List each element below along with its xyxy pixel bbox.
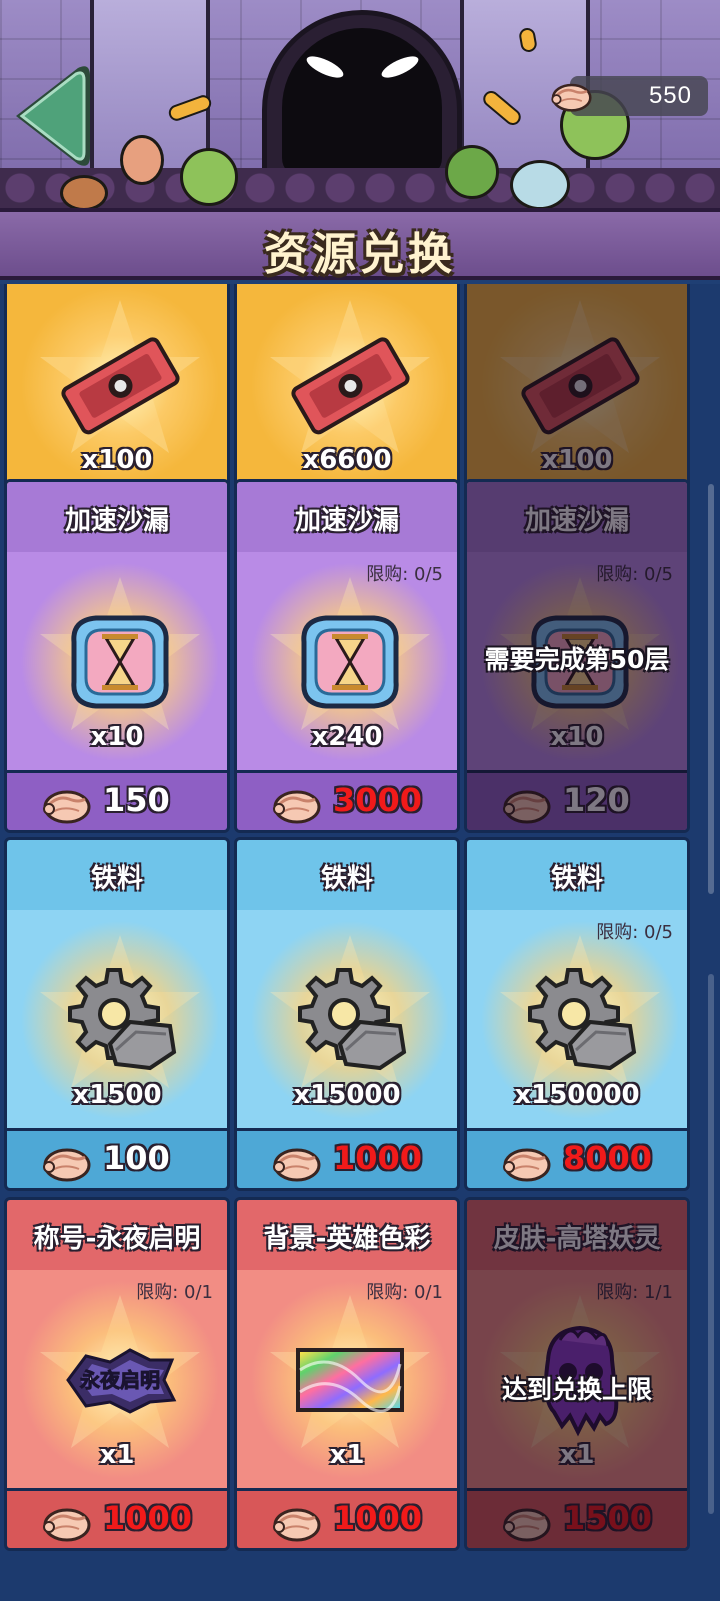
card-body: x15000: [237, 910, 457, 1128]
price-value: 100: [103, 1139, 170, 1177]
exchange-card[interactable]: 加速沙漏限购: 0/5x10120需要完成第50层: [464, 479, 690, 833]
conch-shell-icon: [273, 1508, 321, 1542]
exchange-card[interactable]: 铁料限购: 0/5 x150000 8000: [464, 837, 690, 1191]
ticket-icon: [291, 337, 410, 435]
card-header: 铁料: [7, 840, 227, 910]
item-name: 加速沙漏: [294, 506, 399, 536]
card-header: 称号-永夜启明: [7, 1200, 227, 1270]
item-name: 称号-永夜启明: [33, 1224, 201, 1254]
purchase-limit: 限购: 0/5: [366, 564, 443, 585]
item-quantity: x1: [99, 1440, 135, 1470]
price-button[interactable]: 1000: [237, 1128, 457, 1188]
rainbow-background-icon: [296, 1348, 404, 1413]
zombie-figure: [510, 160, 570, 210]
card-header: 铁料: [237, 840, 457, 910]
item-quantity: x6600: [302, 445, 392, 475]
exchange-card[interactable]: 皮肤-高塔妖灵限购: 1/1x11500达到兑换上限: [464, 1197, 690, 1551]
purchase-limit: 限购: 0/5: [596, 922, 673, 943]
item-quantity: x150000: [514, 1080, 640, 1110]
back-button[interactable]: [8, 60, 96, 172]
item-quantity: x1: [329, 1440, 365, 1470]
price-button[interactable]: 8000: [467, 1128, 687, 1188]
card-header: 背景-英雄色彩: [237, 1200, 457, 1270]
page-title: 资源兑换: [264, 229, 456, 280]
card-body: 限购: 0/5 x150000: [467, 910, 687, 1128]
gear-ore-icon: [298, 968, 407, 1071]
item-quantity: x100: [81, 445, 153, 475]
card-body: x10: [7, 552, 227, 770]
price-button[interactable]: 3000: [237, 770, 457, 830]
exchange-card[interactable]: 铁料 x1500 100: [4, 837, 230, 1191]
ticket-icon: [61, 337, 180, 435]
item-quantity: x1500: [72, 1080, 162, 1110]
card-body: 限购: 0/5 x240: [237, 552, 457, 770]
zombie-figure: [445, 145, 499, 199]
hourglass-icon: [301, 615, 399, 709]
card-body: x1500: [7, 910, 227, 1128]
zombie-figure: [120, 135, 164, 185]
price-button[interactable]: 1000: [7, 1488, 227, 1548]
title-badge-icon: 永夜启明: [66, 1348, 177, 1414]
conch-shell-icon: [551, 83, 592, 112]
badge-text: 永夜启明: [79, 1368, 160, 1392]
zombie-figure: [180, 148, 238, 206]
header-banner: 550: [0, 0, 720, 212]
price-value: 1000: [103, 1499, 193, 1537]
card-header: 加速沙漏: [7, 482, 227, 552]
conch-shell-icon: [43, 790, 91, 824]
gear-ore-icon: [528, 968, 637, 1071]
item-quantity: x15000: [293, 1080, 401, 1110]
scrollbar[interactable]: [708, 484, 714, 894]
exchange-card[interactable]: 加速沙漏限购: 0/5 x240 3000: [234, 479, 460, 833]
card-header: 加速沙漏: [237, 482, 457, 552]
lock-message: 需要完成第50层: [484, 645, 670, 674]
conch-shell-icon: [43, 1148, 91, 1182]
conch-shell-icon: [273, 790, 321, 824]
purchase-limit: 限购: 0/1: [136, 1282, 213, 1303]
price-value: 1000: [333, 1499, 423, 1537]
currency-value: 550: [648, 82, 692, 109]
back-arrow-icon: [16, 66, 90, 166]
purchase-limit: 限购: 0/1: [366, 1282, 443, 1303]
item-name: 铁料: [90, 864, 143, 894]
card-header: 铁料: [467, 840, 687, 910]
scrollbar-track: [708, 974, 714, 1514]
item-name: 铁料: [550, 864, 603, 894]
card-body: x100: [7, 284, 227, 493]
item-quantity: x10: [90, 722, 144, 752]
item-name: 背景-英雄色彩: [263, 1224, 431, 1254]
gear-ore-icon: [68, 968, 177, 1071]
title-bar: 资源兑换: [0, 208, 720, 280]
rubble-ground: [0, 168, 720, 212]
price-value: 8000: [563, 1139, 653, 1177]
exchange-shop[interactable]: x100150x66008000x100120需要完成第50层加速沙漏x1015…: [0, 284, 720, 1601]
shadow-monster: [282, 28, 442, 178]
exchange-card[interactable]: 称号-永夜启明永夜启明 限购: 0/1 x1 1000: [4, 1197, 230, 1551]
hourglass-icon: [71, 615, 169, 709]
exchange-card[interactable]: 加速沙漏 x10 150: [4, 479, 230, 833]
item-name: 加速沙漏: [64, 506, 169, 536]
exchange-card[interactable]: 铁料 x15000 1000: [234, 837, 460, 1191]
item-name: 铁料: [320, 864, 373, 894]
price-value: 150: [103, 781, 170, 819]
item-quantity: x240: [311, 722, 383, 752]
price-value: 3000: [333, 781, 423, 819]
zombie-figure: [60, 175, 108, 211]
price-button[interactable]: 100: [7, 1128, 227, 1188]
price-button[interactable]: 150: [7, 770, 227, 830]
conch-shell-icon: [503, 1148, 551, 1182]
lock-message: 达到兑换上限: [501, 1375, 652, 1404]
price-value: 1000: [333, 1139, 423, 1177]
card-body: 限购: 0/1 x1: [237, 1270, 457, 1488]
price-button[interactable]: 1000: [237, 1488, 457, 1548]
conch-shell-icon: [273, 1148, 321, 1182]
exchange-card[interactable]: 背景-英雄色彩限购: 0/1 x1 1000: [234, 1197, 460, 1551]
card-body: 永夜启明 限购: 0/1 x1: [7, 1270, 227, 1488]
card-body: x6600: [237, 284, 457, 493]
conch-shell-icon: [43, 1508, 91, 1542]
